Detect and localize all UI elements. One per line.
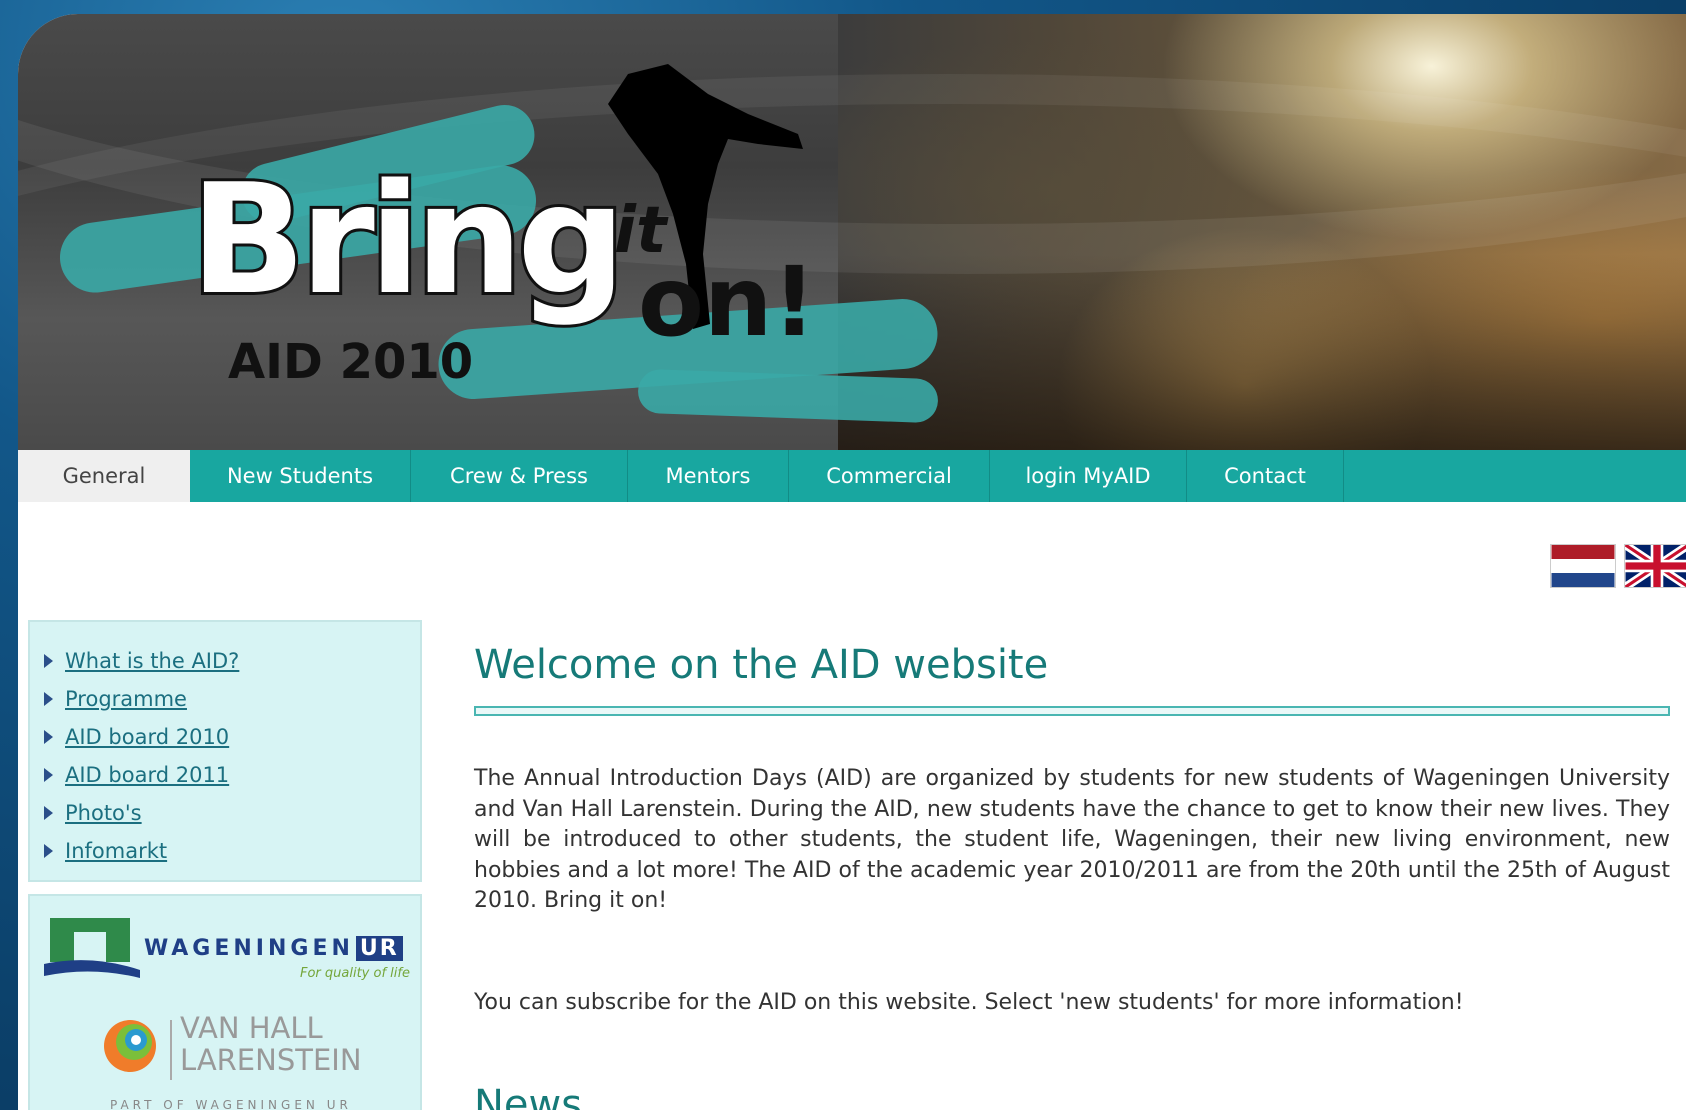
sidebar-link-programme[interactable]: Programme <box>44 680 420 718</box>
page-title: Welcome on the AID website <box>474 642 1049 688</box>
news-heading: News <box>474 1082 583 1110</box>
sidebar-link-label: Photo's <box>65 801 142 825</box>
sidebar-link-aid-board-2011[interactable]: AID board 2011 <box>44 756 420 794</box>
sidebar-link-label: AID board 2011 <box>65 763 230 787</box>
wageningen-ur-wordmark: WAGENINGEN UR <box>144 936 403 961</box>
sidebar-link-label: Programme <box>65 687 187 711</box>
triangle-bullet-icon <box>44 730 53 744</box>
triangle-bullet-icon <box>44 768 53 782</box>
triangle-bullet-icon <box>44 844 53 858</box>
uk-flag-icon[interactable] <box>1624 544 1686 588</box>
wur-ur-badge: UR <box>355 936 403 961</box>
intro-paragraph: The Annual Introduction Days (AID) are o… <box>474 766 1670 913</box>
vhl-part-of: PART OF WAGENINGEN UR <box>110 1098 352 1110</box>
vhl-line1: VAN HALL <box>180 1011 323 1045</box>
triangle-bullet-icon <box>44 692 53 706</box>
nav-login-myaid[interactable]: login MyAID <box>990 450 1187 502</box>
vhl-wordmark: VAN HALL LARENSTEIN <box>180 1012 362 1076</box>
nav-mentors[interactable]: Mentors <box>628 450 789 502</box>
triangle-bullet-icon <box>44 806 53 820</box>
title-divider <box>474 706 1670 716</box>
logo-on-text: on! <box>638 246 817 358</box>
sidebar-link-infomarkt[interactable]: Infomarkt <box>44 832 420 870</box>
nav-general[interactable]: General <box>18 450 190 502</box>
logo-bring-text: Bring <box>187 151 629 328</box>
wur-tagline: For quality of life <box>300 966 410 981</box>
vhl-line2: LARENSTEIN <box>180 1043 362 1077</box>
sidebar-link-label: Infomarkt <box>65 839 168 863</box>
sidebar-link-label: AID board 2010 <box>65 725 230 749</box>
partner-logos: WAGENINGEN UR For quality of life VAN HAL… <box>28 894 422 1110</box>
subscribe-paragraph: You can subscribe for the AID on this we… <box>474 990 1464 1015</box>
triangle-bullet-icon <box>44 654 53 668</box>
vhl-divider <box>170 1020 172 1080</box>
header-banner: Bring it on! AID 2010 <box>18 14 1686 450</box>
van-hall-larenstein-logo-icon[interactable] <box>98 1014 162 1078</box>
wageningen-ur-logo-icon[interactable] <box>44 918 140 982</box>
nav-crew-press[interactable]: Crew & Press <box>411 450 628 502</box>
nav-contact[interactable]: Contact <box>1187 450 1344 502</box>
sidebar-menu: What is the AID? Programme AID board 201… <box>28 620 422 882</box>
nav-new-students[interactable]: New Students <box>190 450 411 502</box>
dutch-flag-icon[interactable] <box>1550 544 1616 588</box>
sidebar-link-what-is-aid[interactable]: What is the AID? <box>44 642 420 680</box>
main-navigation: General New Students Crew & Press Mentor… <box>18 450 1686 502</box>
sidebar-link-photos[interactable]: Photo's <box>44 794 420 832</box>
page: Bring it on! AID 2010 General New Studen… <box>18 14 1686 1110</box>
sidebar-link-aid-board-2010[interactable]: AID board 2010 <box>44 718 420 756</box>
logo-year-text: AID 2010 <box>228 334 474 390</box>
language-selector <box>1550 544 1686 588</box>
sidebar-link-label: What is the AID? <box>65 649 240 673</box>
wur-name: WAGENINGEN <box>144 936 354 961</box>
nav-commercial[interactable]: Commercial <box>789 450 990 502</box>
